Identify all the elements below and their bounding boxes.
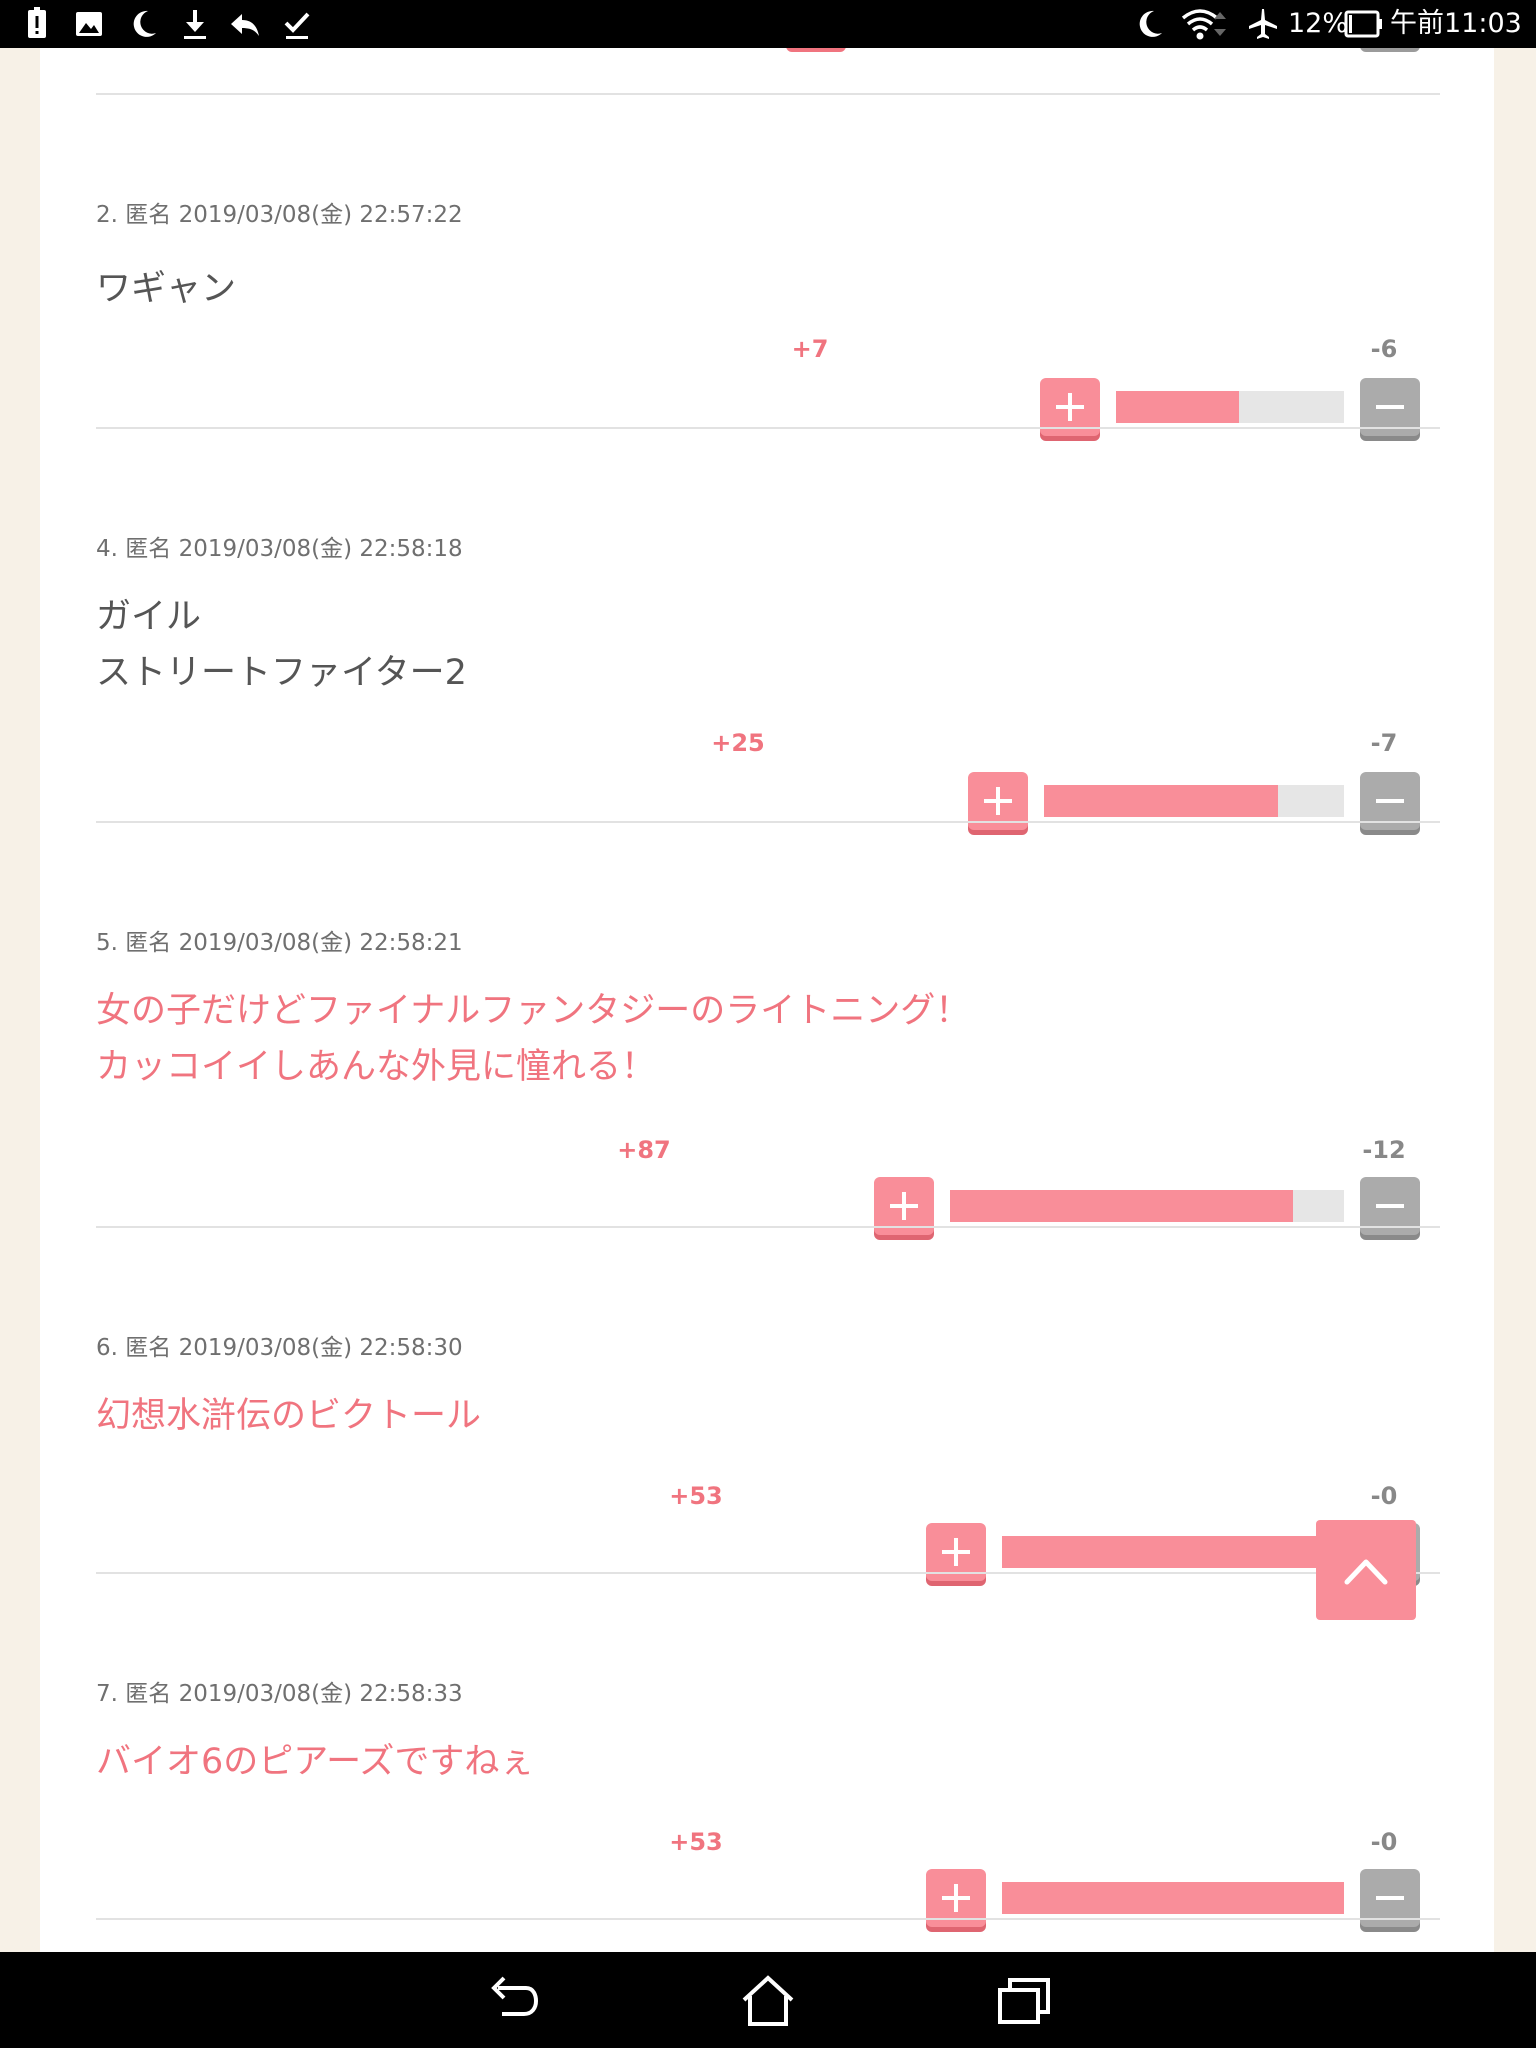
comment-meta: 4. 匿名 2019/03/08(金) 22:58:18: [96, 536, 463, 562]
plus-icon: [942, 1538, 970, 1566]
vote-ratio-bar: [1002, 1536, 1344, 1568]
alert-icon: [28, 7, 46, 38]
battery-icon: [1344, 10, 1382, 38]
previous-plus-button[interactable]: [786, 48, 846, 52]
minus-count: -12: [1362, 1136, 1406, 1164]
previous-minus-button[interactable]: [1360, 48, 1420, 52]
minus-count: -0: [1370, 1828, 1398, 1856]
check-icon: [284, 12, 310, 39]
comment-body: 女の子だけどファイナルファンタジーのライトニング！ カッコイイしあんな外見に憧れ…: [96, 983, 970, 1095]
recents-icon[interactable]: [996, 1974, 1052, 2028]
image-icon: [76, 12, 102, 36]
airplane-icon: [1249, 9, 1277, 39]
comment-body: ワギャン: [96, 261, 236, 317]
divider: [96, 1226, 1440, 1228]
plus-icon: [890, 1192, 918, 1220]
comment-body: 幻想水滸伝のビクトール: [96, 1388, 481, 1444]
comment-line: バイオ6のピアーズですねぇ: [96, 1742, 535, 1782]
comment-line: カッコイイしあんな外見に憧れる！: [96, 1047, 657, 1087]
divider: [96, 93, 1440, 95]
plus-count: +87: [617, 1136, 671, 1164]
plus-icon: [942, 1884, 970, 1912]
status-bar: 12% 午前11:03: [0, 0, 1536, 48]
divider: [96, 1572, 1440, 1574]
vote-ratio-fill: [1002, 1882, 1344, 1914]
vote-ratio-bar: [1044, 785, 1344, 817]
comment-meta: 7. 匿名 2019/03/08(金) 22:58:33: [96, 1681, 463, 1707]
comment-body: バイオ6のピアーズですねぇ: [96, 1734, 534, 1790]
plus-count: +53: [669, 1482, 723, 1510]
minus-count: -0: [1370, 1482, 1398, 1510]
plus-icon: [984, 787, 1012, 815]
vote-ratio-bar: [1002, 1882, 1344, 1914]
comment-body: ガイル ストリートファイター2: [96, 589, 467, 701]
navigation-bar: [0, 1952, 1536, 2048]
wifi-icon: [1181, 9, 1226, 40]
vote-ratio-bar: [1116, 391, 1344, 423]
comment-meta: 2. 匿名 2019/03/08(金) 22:57:22: [96, 202, 463, 228]
vote-ratio-fill: [1116, 391, 1240, 423]
vote-ratio-fill: [1044, 785, 1278, 817]
download-icon: [184, 10, 206, 39]
minus-icon: [1376, 1896, 1404, 1900]
divider: [96, 427, 1440, 429]
plus-icon: [1056, 393, 1084, 421]
vote-ratio-fill: [950, 1190, 1293, 1222]
minus-icon: [1376, 799, 1404, 803]
comment-line: ストリートファイター2: [96, 653, 467, 693]
minus-count: -6: [1370, 335, 1398, 363]
divider: [96, 821, 1440, 823]
comment-line: ワギャン: [96, 269, 237, 309]
plus-count: +53: [669, 1828, 723, 1856]
comment-list: 2. 匿名 2019/03/08(金) 22:57:22 ワギャン +7 -6 …: [40, 48, 1494, 1952]
moon-icon: [1139, 10, 1162, 37]
comment-line: ガイル: [96, 597, 202, 637]
battery-percent: 12%: [1288, 8, 1349, 39]
minus-icon: [1376, 1204, 1404, 1208]
vote-ratio-bar: [950, 1190, 1344, 1222]
back-icon[interactable]: [484, 1974, 540, 2028]
scroll-to-top-button[interactable]: [1316, 1520, 1416, 1620]
clock: 午前11:03: [1390, 8, 1522, 39]
vote-ratio-fill: [1002, 1536, 1344, 1568]
comment-meta: 6. 匿名 2019/03/08(金) 22:58:30: [96, 1335, 463, 1361]
minus-icon: [1376, 405, 1404, 409]
comment-line: 幻想水滸伝のビクトール: [96, 1396, 482, 1436]
chevron-up-icon: [1344, 1559, 1388, 1585]
comment-meta: 5. 匿名 2019/03/08(金) 22:58:21: [96, 930, 463, 956]
moon-icon: [133, 10, 156, 37]
plus-count: +25: [711, 729, 765, 757]
reply-icon: [231, 14, 259, 36]
home-icon[interactable]: [740, 1974, 796, 2028]
divider: [96, 1918, 1440, 1920]
plus-count: +7: [791, 335, 829, 363]
minus-count: -7: [1370, 729, 1398, 757]
comment-line: 女の子だけどファイナルファンタジーのライトニング！: [96, 991, 971, 1031]
